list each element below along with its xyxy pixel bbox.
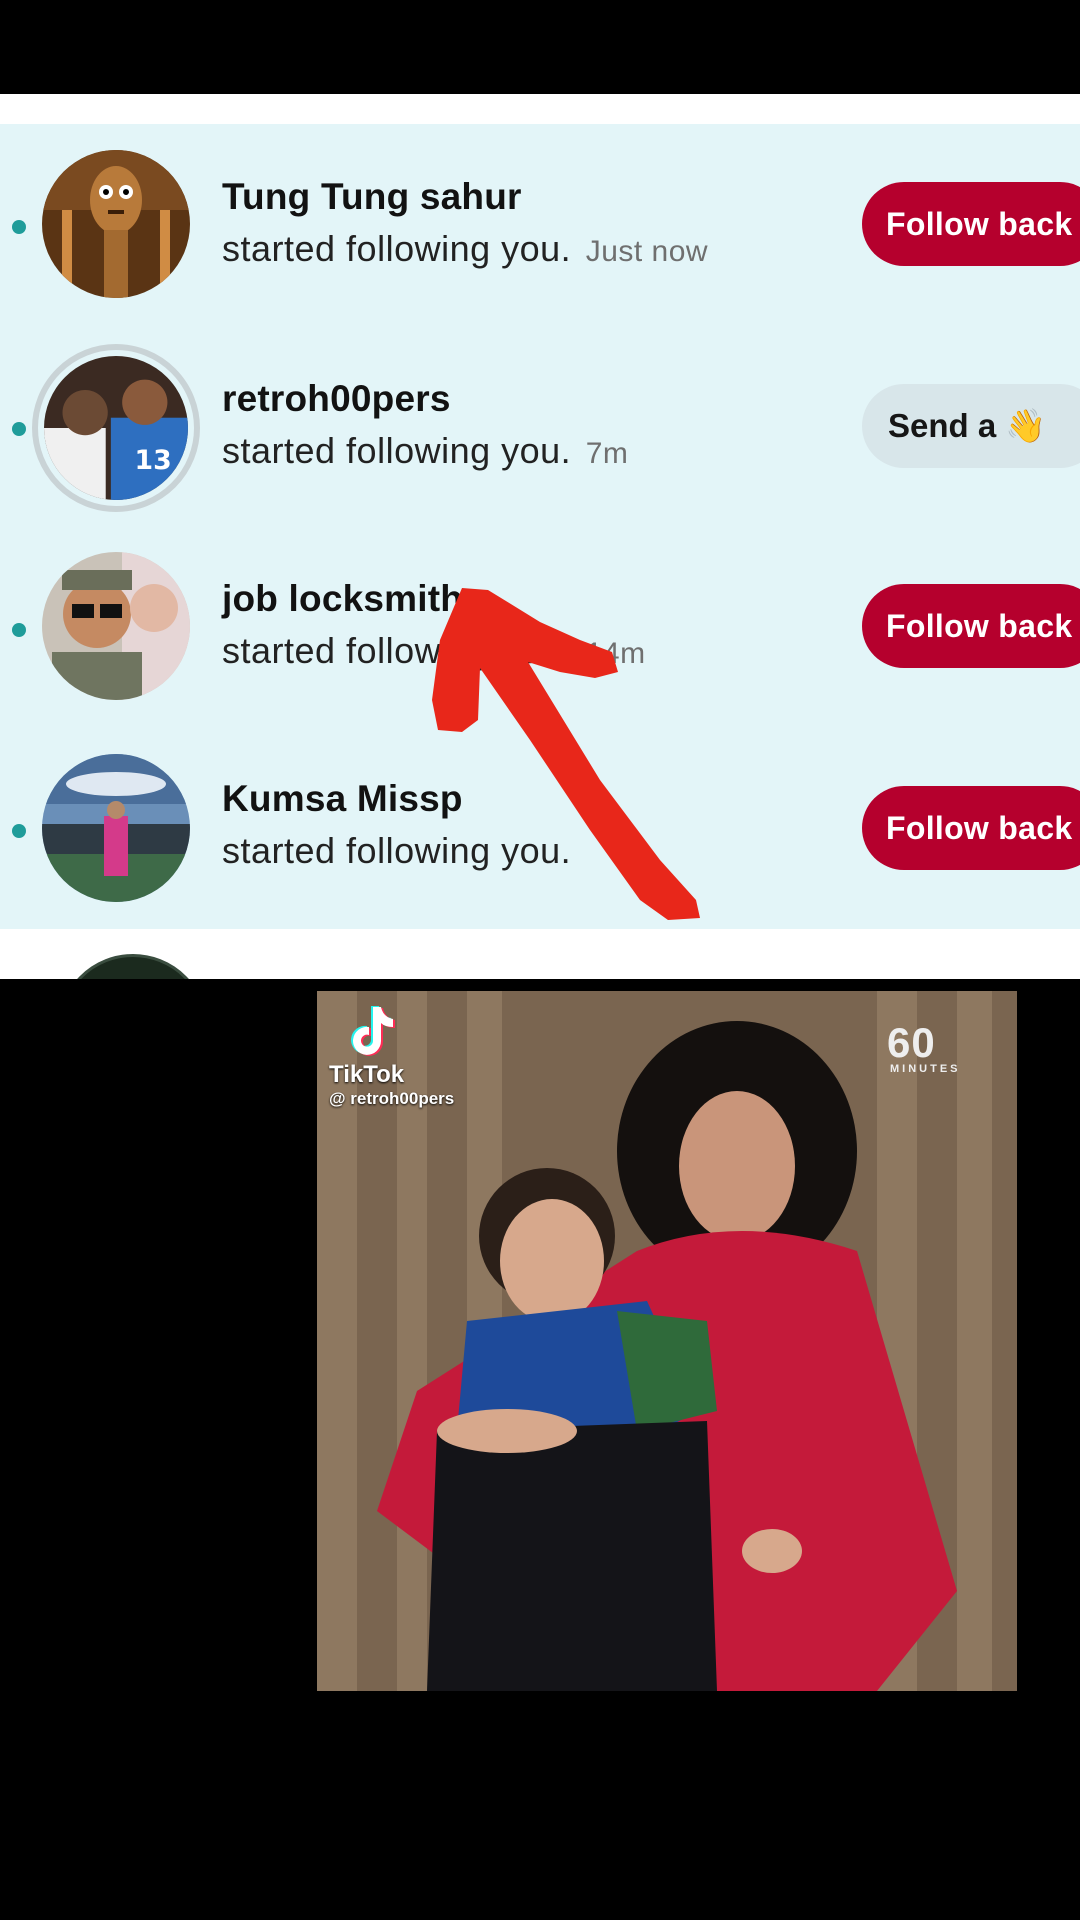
sixty-minutes-logo: 60 — [887, 1019, 936, 1066]
unread-indicator — [12, 623, 26, 637]
new-followers-panel: Tung Tung sahur started following you. J… — [0, 124, 1080, 929]
next-row-avatar-partial — [58, 954, 208, 979]
tiktok-watermark-name: TikTok — [329, 1061, 405, 1088]
notification-text: started following you. 14m — [222, 630, 646, 672]
notification-row[interactable]: Tung Tung sahur started following you. J… — [0, 124, 1080, 324]
top-black-bar — [0, 0, 1080, 94]
notification-row[interactable]: 13 retroh00pers started following you. 7… — [0, 324, 1080, 524]
follow-back-button[interactable]: Follow back — [862, 786, 1080, 870]
username[interactable]: Tung Tung sahur — [222, 176, 522, 218]
notifications-screenshot: Tung Tung sahur started following you. J… — [0, 94, 1080, 979]
notification-text: started following you. Just now — [222, 228, 708, 270]
avatar[interactable] — [42, 150, 190, 298]
avatar[interactable] — [42, 754, 190, 902]
username[interactable]: retroh00pers — [222, 378, 451, 420]
wave-icon: 👋 — [1005, 407, 1047, 444]
send-label: Send a — [888, 407, 997, 444]
action-text: started following you. — [222, 430, 572, 471]
follow-back-button[interactable]: Follow back — [862, 182, 1080, 266]
action-text: started following you. — [222, 830, 572, 871]
tiktok-logo-icon — [351, 1006, 395, 1056]
timestamp: 14m — [585, 637, 646, 670]
notification-text: started following you. — [222, 830, 575, 872]
notification-text: started following you. 7m — [222, 430, 628, 472]
username[interactable]: Kumsa Missp — [222, 778, 463, 820]
avatar-story-ring[interactable]: 13 — [32, 344, 200, 512]
tiktok-watermark-handle: @ retroh00pers — [329, 1089, 455, 1108]
action-text: started following you. — [222, 630, 572, 671]
sixty-minutes-logo-subtitle: MINUTES — [890, 1063, 961, 1075]
send-wave-button[interactable]: Send a 👋 — [862, 384, 1080, 468]
timestamp: Just now — [585, 235, 709, 268]
unread-indicator — [12, 824, 26, 838]
notification-row[interactable]: Kumsa Missp started following you. Follo… — [0, 724, 1080, 924]
unread-indicator — [12, 220, 26, 234]
video-frame[interactable]: TikTok @ retroh00pers 60 MINUTES — [317, 991, 1017, 1691]
follow-back-button[interactable]: Follow back — [862, 584, 1080, 668]
avatar: 13 — [44, 356, 188, 500]
username[interactable]: job locksmith — [222, 578, 463, 620]
svg-text:13: 13 — [135, 445, 172, 476]
notification-row[interactable]: job locksmith started following you. 14m… — [0, 524, 1080, 724]
action-text: started following you. — [222, 228, 572, 269]
unread-indicator — [12, 422, 26, 436]
timestamp: 7m — [585, 437, 629, 470]
avatar[interactable] — [42, 552, 190, 700]
